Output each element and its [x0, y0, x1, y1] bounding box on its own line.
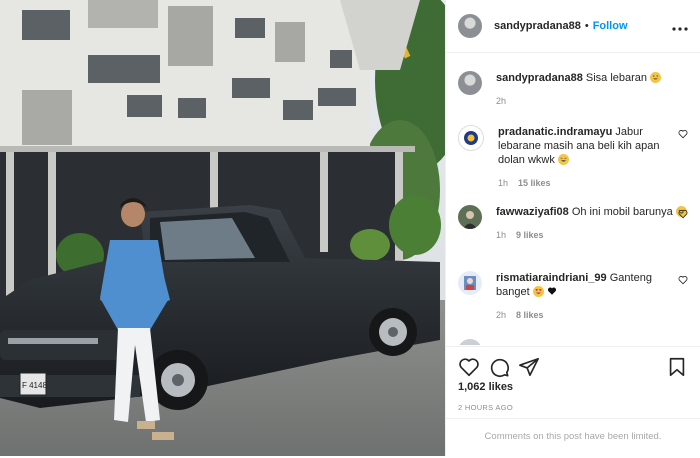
comment-row: rismatiaraindriani_99 Ganteng banget 2h 8… [458, 271, 688, 322]
likes-count[interactable]: 1,062 likes [458, 381, 513, 393]
comment-bubble-icon[interactable] [488, 356, 510, 378]
comment-row-partial [458, 339, 688, 345]
like-comment-heart-icon[interactable] [678, 209, 688, 219]
comment-time: 1h [498, 178, 509, 188]
heart-eyes-face-icon [532, 286, 544, 297]
author-avatar[interactable] [458, 14, 482, 38]
comment-time: 2h [496, 310, 507, 320]
post-photo[interactable]: F 4148 [0, 0, 445, 456]
comment-username[interactable]: pradanatic.indramayu [498, 126, 612, 138]
header-separator: • [584, 20, 589, 32]
laughing-face-icon [557, 154, 569, 165]
caption-avatar[interactable] [458, 71, 482, 95]
black-heart-icon [547, 287, 556, 295]
more-options-icon[interactable] [672, 18, 688, 34]
caption-text: Sisa lebaran [585, 72, 648, 84]
post-time-ago[interactable]: 2 HOURS AGO [458, 403, 513, 412]
comment-likes[interactable]: 15 likes [518, 178, 551, 188]
comments-limited-notice: Comments on this post have been limited. [446, 418, 700, 458]
like-heart-icon[interactable] [458, 356, 480, 378]
like-comment-heart-icon[interactable] [678, 129, 688, 139]
share-paper-plane-icon[interactable] [518, 356, 540, 378]
commenter-avatar[interactable] [458, 205, 482, 229]
comments-list[interactable]: sandypradana88 Sisa lebaran 2h pradanati… [446, 53, 700, 345]
comment-likes[interactable]: 8 likes [516, 310, 544, 320]
comment-row: pradanatic.indramayu Jabur lebarane masi… [458, 125, 688, 190]
commenter-avatar[interactable] [458, 271, 482, 295]
post-actions: 1,062 likes 2 HOURS AGO Comments on this… [446, 346, 700, 456]
post-photo-image: F 4148 [0, 0, 445, 456]
save-bookmark-icon[interactable] [666, 356, 688, 378]
follow-button[interactable]: Follow [593, 20, 628, 32]
caption-time: 2h [496, 96, 507, 106]
grinning-face-icon [650, 72, 662, 83]
comment-text: Oh ini mobil barunya [571, 206, 673, 218]
author-username[interactable]: sandypradana88 [494, 20, 581, 32]
post-side-panel: sandypradana88 • Follow sandypradana88 S… [445, 0, 700, 456]
comment-username[interactable]: rismatiaraindriani_99 [496, 272, 607, 284]
license-plate: F 4148 [22, 381, 47, 390]
commenter-avatar[interactable] [458, 125, 484, 151]
caption-username[interactable]: sandypradana88 [496, 72, 583, 84]
post-header: sandypradana88 • Follow [446, 0, 700, 53]
like-comment-heart-icon[interactable] [678, 275, 688, 285]
commenter-avatar[interactable] [458, 339, 482, 345]
comment-time: 1h [496, 230, 507, 240]
comment-username[interactable]: fawwaziyafi08 [496, 206, 569, 218]
comment-likes[interactable]: 9 likes [516, 230, 544, 240]
caption-row: sandypradana88 Sisa lebaran 2h [458, 71, 688, 108]
comment-row: fawwaziyafi08 Oh ini mobil barunya 1h 9 l… [458, 205, 688, 242]
